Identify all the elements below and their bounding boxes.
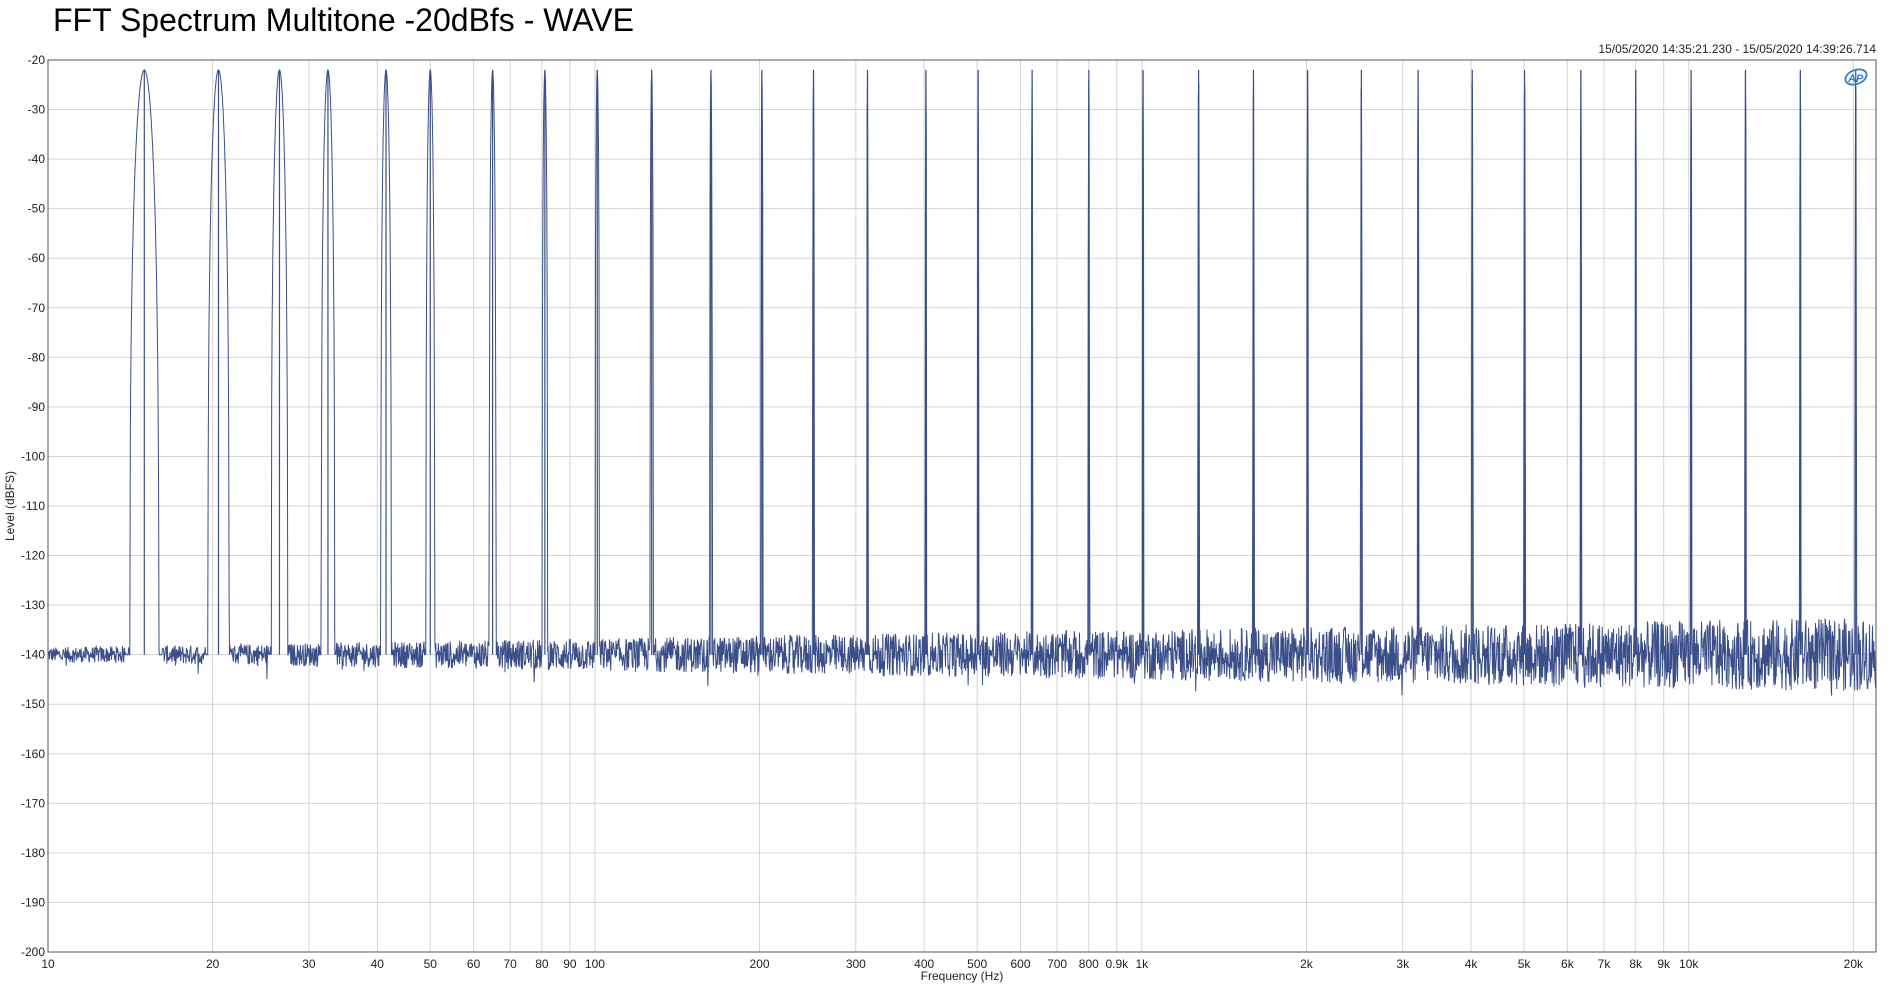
y-axis-label: Level (dBFS)	[3, 471, 17, 541]
y-tick-label: -160	[21, 747, 45, 761]
x-tick-label: 4k	[1465, 957, 1479, 971]
y-tick-label: -40	[28, 152, 46, 166]
x-tick-label: 10	[41, 957, 55, 971]
x-tick-label: 1k	[1135, 957, 1149, 971]
x-tick-label: 80	[535, 957, 549, 971]
y-tick-label: -60	[28, 251, 46, 265]
x-tick-label: 800	[1079, 957, 1099, 971]
y-tick-label: -130	[21, 598, 45, 612]
y-tick-label: -30	[28, 103, 46, 117]
x-tick-label: 10k	[1679, 957, 1699, 971]
y-tick-label: -140	[21, 648, 45, 662]
x-tick-label: 7k	[1598, 957, 1612, 971]
x-tick-label: 0.9k	[1105, 957, 1129, 971]
y-tick-label: -50	[28, 202, 46, 216]
x-tick-label: 20k	[1844, 957, 1864, 971]
x-tick-label: 300	[846, 957, 866, 971]
y-tick-label: -110	[22, 499, 45, 513]
x-axis-label: Frequency (Hz)	[921, 969, 1004, 983]
x-tick-label: 3k	[1396, 957, 1410, 971]
x-tick-label: 100	[585, 957, 605, 971]
y-tick-label: -70	[28, 301, 46, 315]
x-tick-label: 700	[1047, 957, 1067, 971]
x-tick-label: 600	[1010, 957, 1030, 971]
x-tick-label: 60	[467, 957, 481, 971]
x-tick-label: 50	[424, 957, 438, 971]
x-tick-label: 70	[504, 957, 518, 971]
x-tick-label: 30	[302, 957, 316, 971]
ap-logo-icon: AP	[1844, 68, 1868, 86]
y-tick-label: -100	[21, 449, 45, 463]
y-axis-ticks: -20 -30 -40 -50 -60 -70 -80 -90 -100 -110 -120 -130…	[21, 53, 45, 959]
x-tick-label: 8k	[1629, 957, 1643, 971]
plot-area: -20 -30 -40 -50 -60 -70 -80 -90 -100 -110 -120 -130…	[3, 53, 1877, 983]
x-tick-label: 200	[750, 957, 770, 971]
svg-text:AP: AP	[1847, 73, 1864, 85]
y-tick-label: -180	[21, 846, 45, 860]
spectrum-series-line	[47, 68, 1877, 696]
y-tick-label: -190	[21, 895, 45, 909]
x-tick-label: 20	[206, 957, 220, 971]
x-tick-label: 2k	[1300, 957, 1314, 971]
x-tick-label: 5k	[1518, 957, 1532, 971]
spectrum-trace	[47, 68, 1877, 696]
y-tick-label: -80	[28, 350, 46, 364]
y-tick-label: -150	[21, 697, 45, 711]
x-tick-label: 90	[563, 957, 577, 971]
y-tick-label: -90	[28, 400, 46, 414]
x-tick-label: 40	[371, 957, 385, 971]
y-tick-label: -170	[21, 796, 45, 810]
x-tick-label: 6k	[1561, 957, 1575, 971]
grid	[47, 59, 1876, 953]
x-tick-label: 9k	[1657, 957, 1671, 971]
y-tick-label: -120	[21, 549, 45, 563]
y-tick-label: -20	[28, 53, 46, 67]
